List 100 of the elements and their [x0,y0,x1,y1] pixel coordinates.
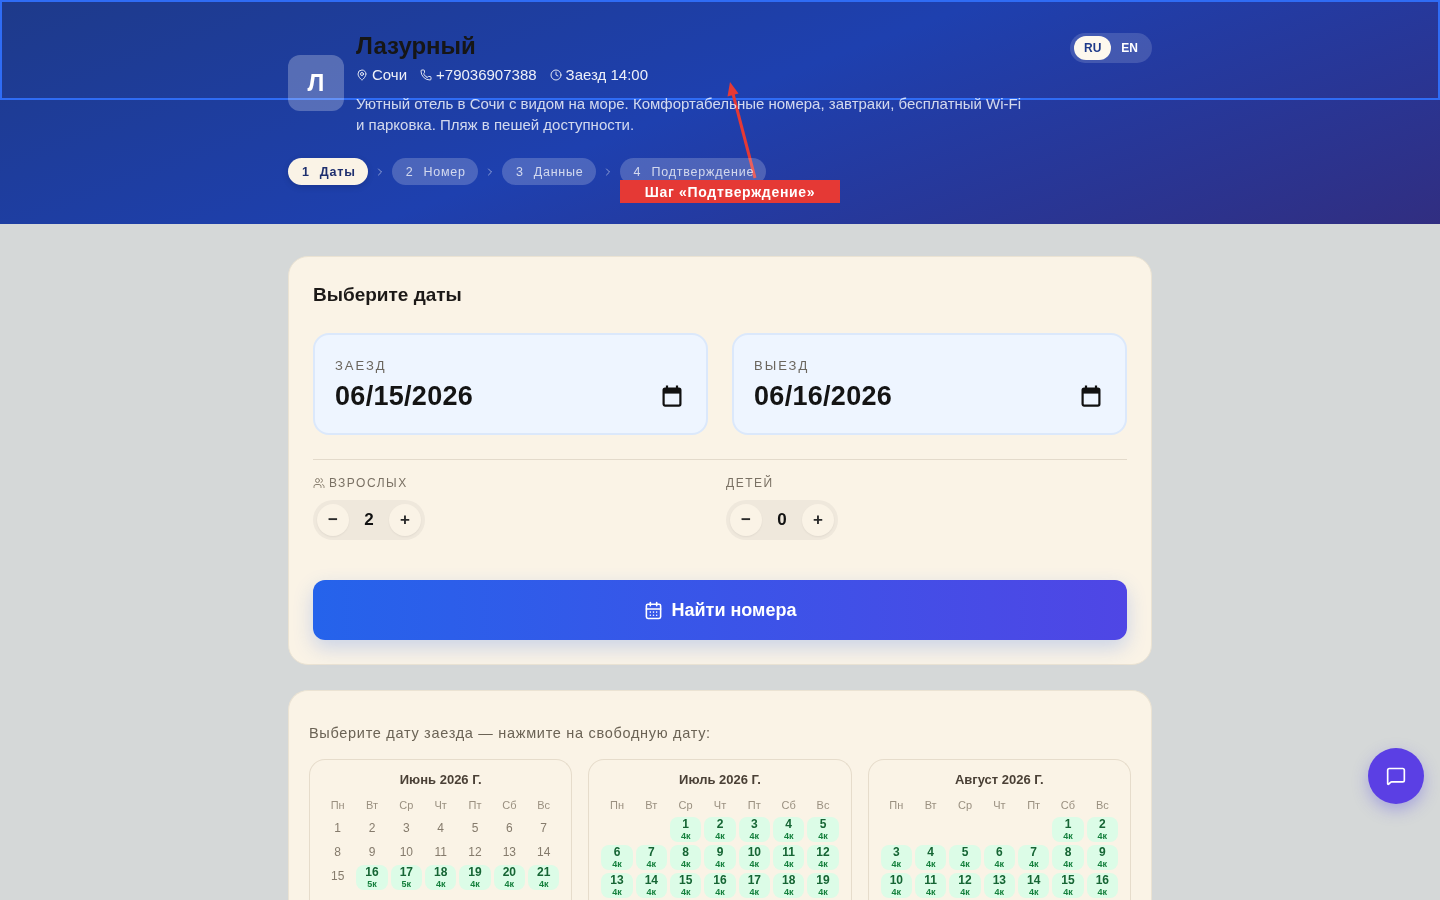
weekday-label: Чт [433,798,448,812]
day-cell[interactable]: 15 4к [1052,873,1084,898]
rooms-left: 4к [960,859,970,869]
rooms-left: 4к [749,887,760,897]
rooms-left: 4к [994,859,1005,869]
date-field[interactable]: ЗАЕЗД 06/15/2026 [313,333,708,435]
rooms-left: 4к [818,831,828,841]
day-cell[interactable]: 13 4к [601,873,633,898]
increase-button[interactable]: + [389,504,421,536]
weekday-label: Вс [536,798,552,812]
day-cell[interactable]: 9 4к [1086,845,1118,870]
day-number: 9 [716,846,724,859]
day-number: 14 [535,843,552,861]
increase-button[interactable]: + [802,504,834,536]
day-number: 8 [682,846,689,859]
day-cell[interactable]: 2 4к [1086,817,1118,842]
day-cell[interactable]: 8 4к [1052,845,1084,870]
day-number: 5 [470,819,480,837]
day-cell[interactable]: 14 4к [635,873,667,898]
day-number: 19 [468,866,482,879]
checkin-time: Заезд 14:00 [565,65,648,85]
day-cell[interactable]: 1 4к [1052,817,1084,842]
day-cell[interactable]: 17 5к [390,865,422,890]
calendar-icon[interactable] [1081,385,1101,407]
search-rooms-button[interactable]: Найти номера [313,580,1127,640]
day-number: 2 [716,818,724,831]
day-cell[interactable]: 19 4к [459,865,491,890]
language-button[interactable]: RU [1074,36,1112,60]
day-number: 18 [433,866,448,879]
day-number: 4 [436,819,445,837]
rooms-left: 4к [925,859,936,869]
day-cell[interactable]: 10 4к [738,845,770,870]
phone-icon [420,69,433,81]
weekday-label: Сб [780,798,797,812]
day-cell[interactable]: 18 4к [425,865,457,890]
day-cell[interactable]: 4 4к [915,845,947,870]
guest-label: ДЕТЕЙ [726,476,774,490]
chat-button[interactable] [1368,748,1424,804]
day-cell[interactable]: 7 4к [635,845,667,870]
day-cell[interactable]: 5 4к [807,817,839,842]
weekday-label: Вт [923,798,938,812]
day-cell[interactable]: 19 4к [807,873,839,898]
language-button[interactable]: EN [1111,36,1148,60]
day-number: 11 [433,843,448,861]
day-cell[interactable]: 6 4к [983,845,1015,870]
day-number: 19 [816,874,830,887]
rooms-left: 4к [435,879,446,889]
day-number: 1 [1064,818,1072,831]
rooms-left: 4к [994,887,1005,897]
rooms-left: 4к [715,831,725,841]
day-cell[interactable]: 16 5к [356,865,388,890]
rooms-left: 4к [818,859,828,869]
decrease-button[interactable]: − [730,504,762,536]
rooms-left: 4к [538,879,549,889]
rooms-left: 4к [470,879,480,889]
day-cell[interactable]: 21 4к [528,865,560,890]
rooms-left: 4к [783,859,794,869]
day-cell[interactable]: 3 4к [880,845,912,870]
day-cell[interactable]: 5 4к [949,845,981,870]
rooms-left: 4к [1097,887,1108,897]
decrease-button[interactable]: − [317,504,349,536]
day-cell[interactable]: 11 4к [915,873,947,898]
rooms-left: 4к [818,887,828,897]
day-cell[interactable]: 7 4к [1018,845,1050,870]
rooms-left: 5к [367,879,377,889]
weekday-label: Сб [501,798,518,812]
day-number: 3 [892,846,900,859]
day-cell[interactable]: 12 4к [949,873,981,898]
date-field[interactable]: ВЫЕЗД 06/16/2026 [732,333,1127,435]
day-cell[interactable]: 11 4к [773,845,805,870]
day-cell[interactable]: 2 4к [704,817,736,842]
rooms-left: 4к [612,859,622,869]
day-cell[interactable]: 1 4к [670,817,702,842]
day-number: 12 [816,846,830,859]
day-number: 17 [747,874,761,887]
day-cell[interactable]: 17 4к [738,873,770,898]
city-name: Сочи [372,65,408,85]
day-cell[interactable]: 12 4к [807,845,839,870]
calendar-prompt: Выберите дату заезда — нажмите на свободную дату: [309,724,712,743]
day-cell[interactable]: 18 4к [773,873,805,898]
day-cell[interactable]: 6 4к [601,845,633,870]
day-cell[interactable]: 20 4к [493,865,525,890]
day-cell[interactable]: 14 4к [1018,873,1050,898]
day-cell[interactable]: 15 4к [670,873,702,898]
day-cell[interactable]: 4 4к [773,817,805,842]
day-number: 20 [502,866,516,879]
day-number: 9 [367,843,377,861]
day-number: 15 [1061,874,1075,887]
date-value: 06/16/2026 [754,380,893,412]
day-cell[interactable]: 8 4к [670,845,702,870]
rooms-left: 4к [891,887,902,897]
day-cell[interactable]: 9 4к [704,845,736,870]
day-cell[interactable]: 10 4к [880,873,912,898]
day-cell[interactable]: 13 4к [983,873,1015,898]
day-cell[interactable]: 16 4к [704,873,736,898]
rooms-left: 4к [715,887,725,897]
day-cell[interactable]: 16 4к [1086,873,1118,898]
day-cell[interactable]: 3 4к [738,817,770,842]
day-number: 7 [647,846,655,859]
calendar-icon[interactable] [662,385,682,407]
